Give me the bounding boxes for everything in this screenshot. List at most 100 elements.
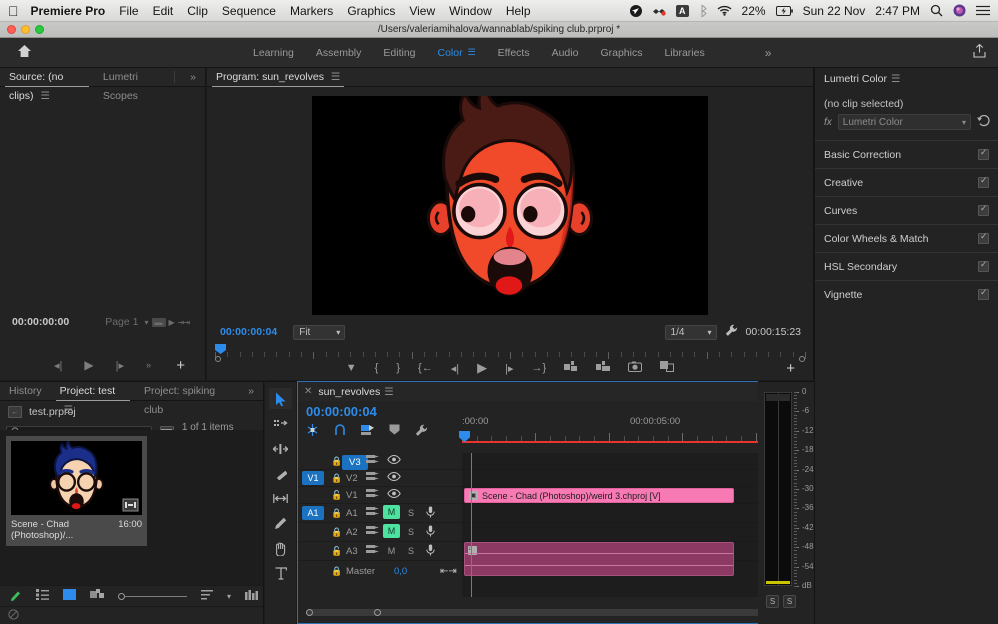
audio-meter[interactable]: 0-6-12-18-24-30-36-42-48-54dB xyxy=(764,392,808,586)
project-items-area[interactable]: Scene - Chad (Photoshop)/... 16:00 xyxy=(0,430,263,585)
workspace-overflow-button[interactable]: » xyxy=(765,46,772,60)
menu-item-file[interactable]: File xyxy=(119,4,138,18)
mic-icon[interactable] xyxy=(426,525,435,540)
program-video-area[interactable] xyxy=(207,89,813,322)
menu-item-view[interactable]: View xyxy=(409,4,435,18)
step-forward-icon[interactable]: |▸ xyxy=(116,359,124,372)
rolling-edit-tool[interactable] xyxy=(269,463,292,484)
lock-icon[interactable]: 🔓 xyxy=(331,546,342,557)
project-item[interactable]: Scene - Chad (Photoshop)/... 16:00 xyxy=(6,436,147,546)
add-marker-icon[interactable] xyxy=(361,424,374,440)
mic-icon[interactable] xyxy=(426,544,435,559)
menu-item-markers[interactable]: Markers xyxy=(290,4,333,18)
sync-lock-icon[interactable] xyxy=(366,489,379,501)
hamburger-icon[interactable]: ☰ xyxy=(64,401,73,420)
step-back-icon[interactable]: ◂| xyxy=(54,359,62,372)
sort-icon[interactable] xyxy=(201,590,213,603)
mute-button-a3[interactable]: M xyxy=(383,546,400,556)
solo-button-a3[interactable]: S xyxy=(408,546,414,556)
lumetri-panel-header[interactable]: Lumetri Color ☰ xyxy=(815,68,998,90)
tab-color[interactable]: Color xyxy=(438,47,463,59)
project-item-thumbnail[interactable] xyxy=(11,441,142,515)
zoom-level-select[interactable]: Fit ▾ xyxy=(293,325,345,340)
lumetri-section-curves[interactable]: Curves xyxy=(815,196,998,224)
new-item-icon[interactable] xyxy=(10,589,22,604)
go-to-out-icon[interactable]: →} xyxy=(532,362,547,374)
lumetri-section-vignette[interactable]: Vignette xyxy=(815,280,998,308)
lumetri-section-color-wheels-match[interactable]: Color Wheels & Match xyxy=(815,224,998,252)
timeline-timecode[interactable]: 00:00:00:04 xyxy=(306,404,377,419)
master-pan-value[interactable]: 0,0 xyxy=(394,566,407,577)
input-source-badge[interactable]: A xyxy=(676,5,689,17)
automate-to-sequence-icon[interactable] xyxy=(245,590,258,603)
project-file-row[interactable]: ← test.prproj xyxy=(0,401,263,422)
source-overflow-icon[interactable]: » xyxy=(146,360,151,370)
video-frame[interactable] xyxy=(312,96,708,315)
tab-graphics[interactable]: Graphics xyxy=(600,47,642,59)
source-mini-controls[interactable]: ▾ ▬ ▶ ⇥⇥ xyxy=(145,318,190,327)
timeline-clip-audio[interactable]: ♫ xyxy=(464,542,734,576)
timeline-clip-video[interactable]: ▣ Scene - Chad (Photoshop)/weird 3.chpro… xyxy=(464,488,734,503)
battery-charging-icon[interactable] xyxy=(776,6,793,16)
lumetri-section-hsl-secondary[interactable]: HSL Secondary xyxy=(815,252,998,280)
menu-item-help[interactable]: Help xyxy=(506,4,531,18)
pan-icon[interactable]: ⇤⇥ xyxy=(440,566,457,577)
source-frame-icon[interactable]: ▬ xyxy=(152,318,166,327)
linked-selection-icon[interactable] xyxy=(334,424,346,440)
lock-icon[interactable]: 🔓 xyxy=(331,490,342,501)
program-timecode[interactable]: 00:00:00:04 xyxy=(220,326,277,338)
freeform-view-icon[interactable] xyxy=(90,589,104,603)
menu-app-name[interactable]: Premiere Pro xyxy=(31,4,106,18)
chevron-down-icon[interactable]: ▾ xyxy=(227,592,231,601)
project-back-icon[interactable]: ← xyxy=(8,406,22,418)
tab-learning[interactable]: Learning xyxy=(253,47,294,59)
type-tool[interactable] xyxy=(269,563,292,584)
eye-icon[interactable] xyxy=(387,455,401,467)
track-select-forward-tool[interactable] xyxy=(269,413,292,434)
program-time-ruler[interactable] xyxy=(215,344,805,358)
sync-lock-icon[interactable] xyxy=(366,526,379,538)
track-name-v2[interactable]: V2 xyxy=(346,473,358,484)
go-to-in-icon[interactable]: {← xyxy=(418,362,433,374)
lumetri-section-checkbox[interactable] xyxy=(978,177,989,188)
reset-icon[interactable] xyxy=(977,115,990,130)
hand-tool[interactable] xyxy=(269,538,292,559)
mute-button-a2[interactable]: M xyxy=(383,524,400,538)
extract-icon[interactable] xyxy=(596,361,610,375)
wifi-icon[interactable] xyxy=(717,5,732,16)
source-target-v1[interactable]: V1 xyxy=(302,471,324,485)
track-name-a1[interactable]: A1 xyxy=(346,508,358,519)
tab-project-spiking-club[interactable]: Project: spiking club xyxy=(135,382,239,401)
mic-icon[interactable] xyxy=(426,506,435,521)
scrollbar-right-handle[interactable] xyxy=(374,609,381,616)
apple-menu-icon[interactable]:  xyxy=(8,4,19,18)
lumetri-section-checkbox[interactable] xyxy=(978,149,989,160)
track-lane-v3[interactable] xyxy=(462,453,797,470)
export-frame-icon[interactable] xyxy=(628,361,642,375)
snap-in-timeline-icon[interactable] xyxy=(306,424,319,440)
selection-tool[interactable] xyxy=(269,388,292,409)
wrench-icon[interactable] xyxy=(415,424,428,440)
mark-in-icon[interactable]: { xyxy=(375,362,379,374)
menu-item-sequence[interactable]: Sequence xyxy=(222,4,276,18)
lumetri-section-checkbox[interactable] xyxy=(978,233,989,244)
tab-editing[interactable]: Editing xyxy=(383,47,415,59)
track-lane-a1[interactable] xyxy=(462,504,797,523)
lumetri-section-checkbox[interactable] xyxy=(978,205,989,216)
search-icon[interactable] xyxy=(930,4,943,17)
source-add-button[interactable]: + xyxy=(176,357,185,374)
source-target-a1[interactable]: A1 xyxy=(302,506,324,520)
track-lane-a2[interactable] xyxy=(462,523,797,542)
tab-history[interactable]: History xyxy=(0,382,51,401)
scrollbar-left-handle[interactable] xyxy=(306,609,313,616)
tab-program[interactable]: Program: sun_revolves ☰ xyxy=(207,68,349,87)
timeline-ruler[interactable]: :00:00 00:00:05:00 00:0 xyxy=(462,401,785,453)
lock-icon[interactable]: 🔒 xyxy=(331,566,342,577)
track-header-v2[interactable]: V1 🔒 V2 xyxy=(298,470,462,487)
playback-resolution-select[interactable]: 1/4 ▾ xyxy=(665,325,717,340)
thumbnail-zoom-slider[interactable] xyxy=(118,593,187,600)
export-icon[interactable] xyxy=(973,44,986,61)
hamburger-icon[interactable]: ☰ xyxy=(384,386,393,398)
track-header-a3[interactable]: 🔓 A3 M S xyxy=(298,542,462,561)
track-name-a2[interactable]: A2 xyxy=(346,527,358,538)
